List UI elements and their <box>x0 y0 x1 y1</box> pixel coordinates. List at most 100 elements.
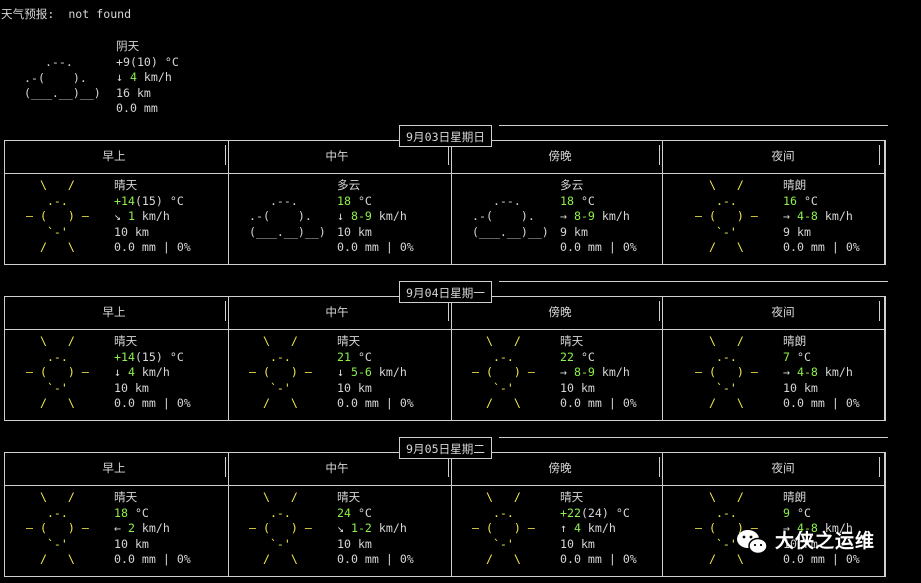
table-divider <box>4 173 886 174</box>
forecast-details: 晴天 +14(15) °C ↘ 1 km/h 10 km 0.0 mm | 0% <box>114 178 191 256</box>
condition: 多云 <box>337 178 361 192</box>
visibility: 10 km <box>114 224 149 239</box>
precipitation: 0.0 mm | 0% <box>337 396 414 411</box>
period-label: 早上 <box>102 461 126 475</box>
period-label: 傍晚 <box>548 461 572 475</box>
temp-value: +14 <box>114 349 135 364</box>
page-title: 天气预报: not found <box>1 7 132 21</box>
wind-unit: km/h <box>134 521 170 536</box>
wind-speed: 8-9 <box>573 365 595 380</box>
cloudy-icon: .--. .-( ). (___.__)__) <box>24 55 101 101</box>
condition: 晴天 <box>114 334 138 348</box>
precipitation: 0.0 mm | 0% <box>114 396 191 411</box>
temp-unit: °C <box>573 349 595 364</box>
current-precip: 0.0 mm <box>116 101 158 116</box>
wind-arrow: → <box>783 365 790 380</box>
wind-speed: 2 <box>127 521 135 536</box>
forecast-cell: \ / .-. ― ( ) ― `-' / \ 晴朗 16 °C → 4-8 km… <box>673 178 893 264</box>
visibility: 10 km <box>337 380 372 395</box>
temp-value: 16 <box>783 193 797 208</box>
temp-value: 18 <box>337 193 351 208</box>
temp-unit: °C <box>127 505 149 520</box>
period-label: 夜间 <box>771 149 795 163</box>
period-label: 夜间 <box>771 305 795 319</box>
watermark-text: 大侠之运维 <box>775 530 876 553</box>
visibility: 10 km <box>114 536 149 551</box>
current-visibility: 16 km <box>116 85 151 100</box>
temp-unit: °C <box>350 193 372 208</box>
forecast-details: 多云 18 °C ↓ 8-9 km/h 10 km 0.0 mm | 0% <box>337 178 414 256</box>
precipitation: 0.0 mm | 0% <box>337 240 414 255</box>
temp-unit: °C <box>789 349 811 364</box>
forecast-details: 多云 18 °C → 8-9 km/h 9 km 0.0 mm | 0% <box>560 178 637 256</box>
table-divider <box>4 485 886 486</box>
wind-unit: km/h <box>371 521 407 536</box>
precipitation: 0.0 mm | 0% <box>783 240 860 255</box>
forecast-cell: \ / .-. ― ( ) ― `-' / \ 晴天 +22(24) °C ↑ 4… <box>450 490 670 576</box>
forecast-details: 晴天 18 °C ← 2 km/h 10 km 0.0 mm | 0% <box>114 490 191 568</box>
sun-icon: \ / .-. ― ( ) ― `-' / \ <box>695 178 758 255</box>
current-conditions: 阴天 +9(10) °C ↓ 4 km/h 16 km 0.0 mm <box>116 39 179 117</box>
wind-speed: 4 <box>573 521 581 536</box>
precipitation: 0.0 mm | 0% <box>114 552 191 567</box>
wind-unit: km/h <box>134 209 170 224</box>
current-temp: +9(10) °C <box>116 54 179 69</box>
period-label: 夜间 <box>771 461 795 475</box>
forecast-details: 晴天 +22(24) °C ↑ 4 km/h 10 km 0.0 mm | 0% <box>560 490 637 568</box>
temp-value: 24 <box>337 505 351 520</box>
column-divider <box>225 301 226 321</box>
temp-unit: °C <box>350 349 372 364</box>
forecast-details: 晴天 24 °C ↘ 1-2 km/h 10 km 0.0 mm | 0% <box>337 490 414 568</box>
column-divider <box>448 457 449 477</box>
current-wind-unit: km/h <box>136 70 172 85</box>
temp-value: 18 <box>560 193 574 208</box>
temp-unit: °C <box>573 193 595 208</box>
forecast-details: 晴天 22 °C → 8-9 km/h 10 km 0.0 mm | 0% <box>560 334 637 412</box>
column-divider <box>225 145 226 165</box>
cloud-icon: .--. .-( ). (___.__)__) <box>472 193 549 239</box>
forecast-cell: \ / .-. ― ( ) ― `-' / \ 晴天 +14(15) °C ↘ 1… <box>4 178 224 264</box>
wind-speed: 4 <box>127 365 135 380</box>
precipitation: 0.0 mm | 0% <box>114 240 191 255</box>
forecast-cell: \ / .-. ― ( ) ― `-' / \ 晴天 21 °C ↓ 5-6 km… <box>227 334 447 420</box>
temp-feels-like: (24) <box>580 505 609 520</box>
day-forecast-table: 9月05日星期二早上 中午 傍晚 夜间 \ / .-. ― ( ) ― `-' / \… <box>4 437 888 577</box>
temp-value: 9 <box>783 505 790 520</box>
date-label: 9月05日星期二 <box>399 437 492 459</box>
wind-unit: km/h <box>580 521 616 536</box>
wind-arrow: ← <box>114 521 121 536</box>
period-label: 早上 <box>102 305 126 319</box>
sun-icon: \ / .-. ― ( ) ― `-' / \ <box>26 178 89 255</box>
wechat-icon <box>737 530 768 555</box>
forecast-details: 晴天 +14(15) °C ↓ 4 km/h 10 km 0.0 mm | 0% <box>114 334 191 412</box>
sun-icon: \ / .-. ― ( ) ― `-' / \ <box>472 490 535 567</box>
condition: 晴天 <box>560 334 584 348</box>
sun-icon: \ / .-. ― ( ) ― `-' / \ <box>249 334 312 411</box>
period-label: 中午 <box>325 461 349 475</box>
precipitation: 0.0 mm | 0% <box>783 396 860 411</box>
column-divider <box>448 145 449 165</box>
wind-speed: 1-2 <box>350 521 372 536</box>
day-forecast-table: 9月03日星期日 早上 中午 傍晚 夜间 \ / .-. ― ( ) ― `-' / \… <box>4 125 888 265</box>
sun-icon: \ / .-. ― ( ) ― `-' / \ <box>26 334 89 411</box>
forecast-details: 晴朗 7 °C → 4-8 km/h 10 km 0.0 mm | 0% <box>783 334 860 412</box>
temp-value: 18 <box>114 505 128 520</box>
wind-speed: 4-8 <box>796 365 818 380</box>
temp-unit: °C <box>789 505 811 520</box>
wind-arrow: ↘ <box>337 521 344 536</box>
forecast-details: 晴天 21 °C ↓ 5-6 km/h 10 km 0.0 mm | 0% <box>337 334 414 412</box>
wind-speed: 4-8 <box>796 209 818 224</box>
visibility: 10 km <box>560 380 595 395</box>
wind-arrow: → <box>560 209 567 224</box>
wind-speed: 8-9 <box>573 209 595 224</box>
condition: 多云 <box>560 178 584 192</box>
temp-value: +22 <box>560 505 581 520</box>
condition: 晴天 <box>114 490 138 504</box>
wind-arrow: ↓ <box>337 209 344 224</box>
wind-unit: km/h <box>817 209 853 224</box>
condition: 晴朗 <box>783 334 807 348</box>
